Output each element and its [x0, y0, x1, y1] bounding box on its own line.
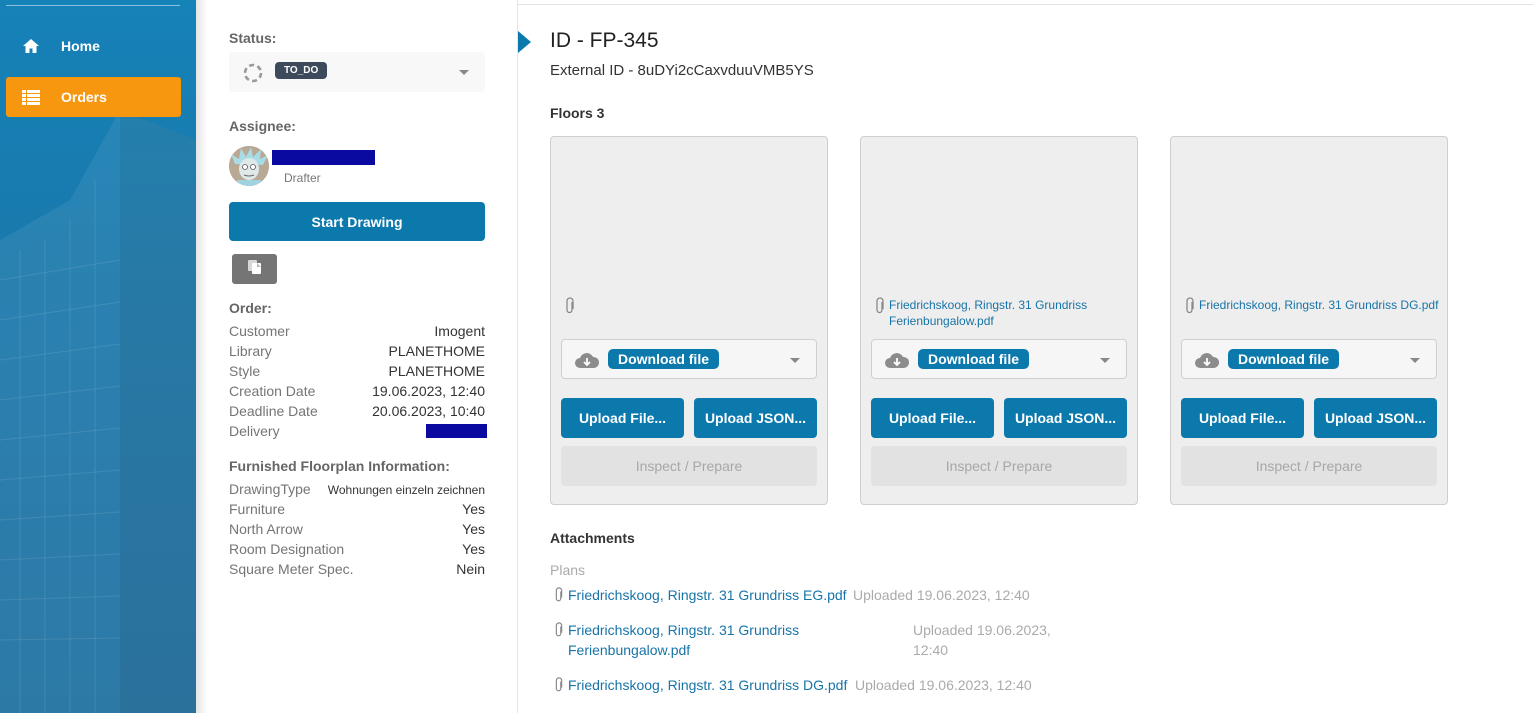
cloud-download-icon: [574, 351, 600, 374]
order-row-creation-date: Creation Date 19.06.2023, 12:40: [229, 383, 485, 399]
copy-button[interactable]: [232, 254, 277, 284]
floor-card: Download file Upload File... Upload JSON…: [550, 136, 828, 505]
attachment-link[interactable]: Friedrichskoog, Ringstr. 31 Grundriss DG…: [568, 675, 847, 695]
floor-card: Friedrichskoog, Ringstr. 31 Grundriss DG…: [1170, 136, 1448, 505]
order-detail-panel: Status: TO_DO Assignee: Drafter Start Dr…: [210, 0, 518, 713]
sidebar-item-home[interactable]: Home: [6, 26, 181, 66]
copy-icon: [247, 259, 263, 280]
furnished-info-label: Furnished Floorplan Information:: [229, 458, 450, 474]
paperclip-icon: [554, 587, 564, 608]
furnished-row-north-arrow: North Arrow Yes: [229, 521, 485, 537]
sidebar: Home Orders: [0, 0, 196, 713]
inspect-prepare-button[interactable]: Inspect / Prepare: [871, 446, 1127, 486]
floor-card: Friedrichskoog, Ringstr. 31 Grundriss Fe…: [860, 136, 1138, 505]
order-row-delivery: Delivery: [229, 423, 487, 443]
chevron-down-icon: [790, 358, 800, 363]
order-row-customer: Customer Imogent: [229, 323, 485, 339]
attachment-uploaded: Uploaded 19.06.2023, 12:40: [853, 587, 1030, 603]
cloud-download-icon: [1194, 351, 1220, 374]
attachment-item: Friedrichskoog, Ringstr. 31 Grundriss DG…: [554, 675, 1094, 695]
start-drawing-button[interactable]: Start Drawing: [229, 202, 485, 241]
list-icon: [21, 87, 41, 107]
order-label: Order:: [229, 300, 272, 316]
download-file-select[interactable]: Download file: [561, 339, 817, 379]
paperclip-icon: [554, 622, 564, 643]
paperclip-icon: [1185, 297, 1195, 320]
cloud-download-icon: [884, 351, 910, 374]
upload-file-button[interactable]: Upload File...: [1181, 398, 1304, 438]
upload-json-button[interactable]: Upload JSON...: [1004, 398, 1127, 438]
floor-file-link[interactable]: Friedrichskoog, Ringstr. 31 Grundriss DG…: [1199, 297, 1439, 313]
download-file-badge: Download file: [1228, 349, 1339, 369]
floors-label: Floors 3: [550, 105, 605, 121]
inspect-prepare-button[interactable]: Inspect / Prepare: [561, 446, 817, 486]
order-row-library: Library PLANETHOME: [229, 343, 485, 359]
home-icon: [21, 36, 41, 56]
plans-label: Plans: [550, 562, 586, 578]
assignee-label: Assignee:: [229, 118, 296, 134]
sidebar-item-orders[interactable]: Orders: [6, 77, 181, 117]
avatar: [229, 146, 269, 186]
upload-file-button[interactable]: Upload File...: [561, 398, 684, 438]
upload-file-button[interactable]: Upload File...: [871, 398, 994, 438]
assignee-role: Drafter: [284, 171, 321, 185]
section-marker-icon: [518, 31, 531, 53]
furnished-row-furniture: Furniture Yes: [229, 501, 485, 517]
attachment-item: Friedrichskoog, Ringstr. 31 Grundriss EG…: [554, 585, 1094, 605]
attachment-item: Friedrichskoog, Ringstr. 31 Grundriss Fe…: [554, 620, 1094, 660]
chevron-down-icon: [1410, 358, 1420, 363]
status-select[interactable]: TO_DO: [229, 52, 485, 92]
paperclip-icon: [875, 297, 885, 320]
attachment-uploaded: Uploaded 19.06.2023, 12:40: [855, 677, 1032, 693]
sidebar-item-label: Orders: [61, 89, 107, 105]
download-file-select[interactable]: Download file: [1181, 339, 1437, 379]
order-row-deadline-date: Deadline Date 20.06.2023, 10:40: [229, 403, 485, 419]
sidebar-item-label: Home: [61, 38, 100, 54]
download-file-select[interactable]: Download file: [871, 339, 1127, 379]
attachment-link[interactable]: Friedrichskoog, Ringstr. 31 Grundriss EG…: [568, 585, 847, 605]
chevron-down-icon: [459, 70, 469, 75]
main-content: ID - FP-345 External ID - 8uDYi2cCaxvduu…: [518, 0, 1534, 713]
attachment-link[interactable]: Friedrichskoog, Ringstr. 31 Grundriss Fe…: [568, 620, 808, 660]
furnished-row-room-designation: Room Designation Yes: [229, 541, 485, 557]
upload-json-button[interactable]: Upload JSON...: [1314, 398, 1437, 438]
download-file-badge: Download file: [608, 349, 719, 369]
top-divider: [518, 4, 1534, 5]
paperclip-icon: [554, 677, 564, 698]
sidebar-shadow: [196, 0, 208, 713]
paperclip-icon: [565, 297, 575, 320]
inspect-prepare-button[interactable]: Inspect / Prepare: [1181, 446, 1437, 486]
order-row-style: Style PLANETHOME: [229, 363, 485, 379]
attachment-uploaded: Uploaded 19.06.2023, 12:40: [913, 622, 1051, 658]
assignee-name-redacted: [272, 150, 375, 165]
status-badge: TO_DO: [275, 62, 328, 79]
download-file-badge: Download file: [918, 349, 1029, 369]
page-title: ID - FP-345: [550, 29, 659, 52]
sidebar-divider: [6, 5, 180, 6]
chevron-down-icon: [1100, 358, 1110, 363]
upload-json-button[interactable]: Upload JSON...: [694, 398, 817, 438]
furnished-row-square-meter: Square Meter Spec. Nein: [229, 561, 485, 577]
status-label: Status:: [229, 30, 277, 46]
attachments-label: Attachments: [550, 530, 635, 546]
external-id: External ID - 8uDYi2cCaxvduuVMB5YS: [550, 62, 814, 79]
furnished-row-drawing-type: DrawingType Wohnungen einzeln zeichnen: [229, 481, 485, 497]
delivery-value-redacted: [426, 424, 487, 438]
floor-file-link[interactable]: Friedrichskoog, Ringstr. 31 Grundriss Fe…: [889, 297, 1129, 329]
progress-ring-icon: [243, 63, 263, 88]
